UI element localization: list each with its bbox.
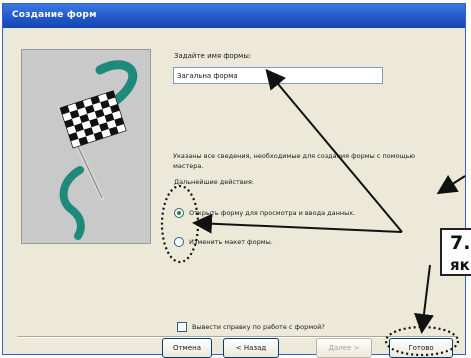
callout-line-2: як — [450, 256, 470, 274]
title-bar[interactable]: Создание форм — [3, 4, 465, 28]
radio-open-form[interactable]: Открыть форму для просмотра и ввода данн… — [174, 206, 355, 220]
form-name-input[interactable] — [173, 67, 383, 84]
next-actions-label: Дальнейшие действия: — [174, 178, 254, 186]
radio-modify-layout[interactable]: Изменить макет формы. — [174, 235, 273, 249]
radio-modify-layout-label: Изменить макет формы. — [189, 238, 273, 246]
window-title: Создание форм — [12, 10, 97, 20]
radio-button-checked[interactable] — [174, 208, 184, 218]
form-name-label: Задайте имя формы: — [174, 52, 252, 60]
info-text: Указаны все сведения, необходимые для со… — [173, 152, 416, 170]
radio-open-form-label: Открыть форму для просмотра и ввода данн… — [189, 209, 356, 217]
checkered-flag-icon — [58, 60, 138, 240]
finish-button[interactable]: Готово — [389, 338, 453, 358]
callout-line-1: 7. — [450, 232, 471, 254]
help-checkbox[interactable] — [177, 322, 187, 332]
next-button[interactable]: Далее > — [316, 338, 372, 358]
back-button[interactable]: < Назад — [223, 338, 279, 358]
form-wizard-dialog: Создание форм Задайте имя формы: Загальн… — [2, 3, 466, 355]
radio-button[interactable] — [174, 237, 184, 247]
cancel-button[interactable]: Отмена — [162, 338, 212, 358]
help-checkbox-label: Вывести справку по работе с формой? — [192, 323, 325, 331]
wizard-image-panel — [21, 49, 151, 244]
annotation-callout-box: 7. як — [440, 228, 471, 276]
help-checkbox-row[interactable]: Вывести справку по работе с формой? — [177, 322, 325, 332]
